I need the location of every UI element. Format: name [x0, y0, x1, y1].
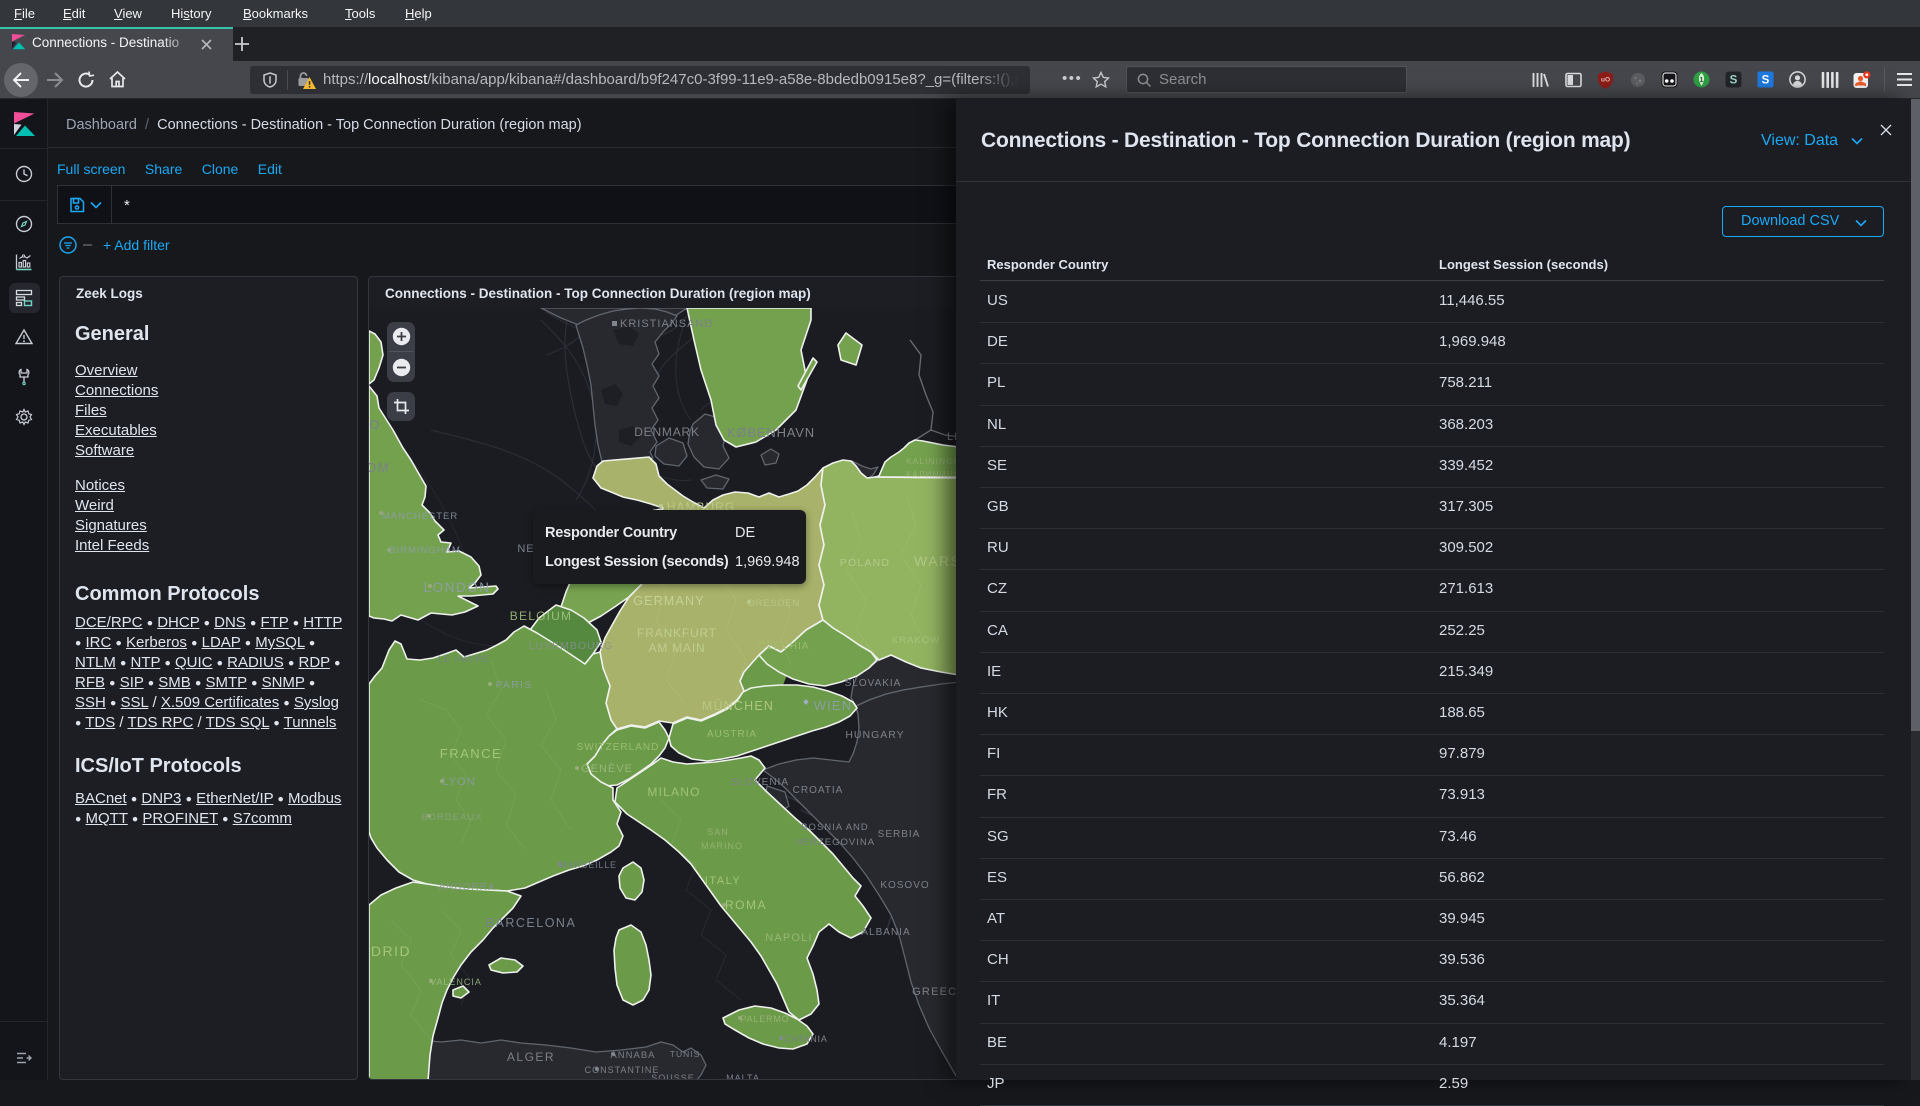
- svg-text:DRESDEN: DRESDEN: [748, 598, 800, 609]
- svg-text:FRANKFURT: FRANKFURT: [637, 626, 717, 640]
- svg-text:LUXEMBOURG: LUXEMBOURG: [529, 640, 614, 652]
- svg-text:NAPOLI: NAPOLI: [765, 932, 813, 944]
- svg-text:DENMARK: DENMARK: [634, 425, 700, 439]
- svg-text:LE HAVRE: LE HAVRE: [438, 654, 490, 664]
- svg-text:KØBENHAVN: KØBENHAVN: [727, 425, 815, 440]
- svg-text:SLOVENIA: SLOVENIA: [731, 777, 789, 788]
- svg-text:GERMANY: GERMANY: [633, 594, 705, 608]
- svg-text:SOUSSE: SOUSSE: [651, 1073, 695, 1080]
- svg-text:AM MAIN: AM MAIN: [649, 641, 706, 655]
- svg-text:CONSTANTINE: CONSTANTINE: [585, 1065, 660, 1075]
- svg-text:MADRID: MADRID: [369, 943, 411, 959]
- svg-text:PALERMO: PALERMO: [741, 1014, 790, 1024]
- svg-text:WIEN: WIEN: [814, 698, 853, 713]
- svg-text:SWITZERLAND: SWITZERLAND: [577, 742, 660, 753]
- svg-text:TUNIS: TUNIS: [670, 1049, 701, 1059]
- svg-text:S: S: [1762, 75, 1770, 87]
- svg-text:ALBANIA: ALBANIA: [861, 927, 910, 938]
- svg-text:1: 1: [1700, 77, 1704, 84]
- svg-text:MILANO: MILANO: [647, 785, 700, 799]
- svg-text:ALGER: ALGER: [507, 1050, 555, 1064]
- svg-text:BARCELONA: BARCELONA: [486, 916, 577, 930]
- svg-text:uO: uO: [1601, 77, 1610, 84]
- svg-text:MARINO: MARINO: [701, 841, 743, 851]
- svg-text:HUNGARY: HUNGARY: [845, 729, 904, 741]
- svg-text:HERZEGOVINA: HERZEGOVINA: [795, 837, 875, 848]
- svg-text:BELGIUM: BELGIUM: [510, 609, 572, 623]
- svg-text:BIRMINGHAM: BIRMINGHAM: [389, 545, 461, 556]
- svg-text:KRISTIANSAND: KRISTIANSAND: [620, 318, 713, 330]
- svg-text:S: S: [1730, 75, 1738, 87]
- svg-text:POLAND: POLAND: [840, 557, 890, 569]
- svg-text:CZECHIA: CZECHIA: [759, 641, 810, 652]
- svg-text:FRANCE: FRANCE: [440, 746, 502, 761]
- svg-text:AUSTRIA: AUSTRIA: [707, 729, 757, 740]
- svg-text:OM: OM: [369, 460, 390, 475]
- svg-text:KOSOVO: KOSOVO: [880, 880, 929, 891]
- svg-text:ROMA: ROMA: [725, 898, 767, 912]
- svg-text:VALENCIA: VALENCIA: [430, 977, 482, 987]
- svg-text:MANCHESTER: MANCHESTER: [382, 511, 459, 522]
- svg-text:CROATIA: CROATIA: [793, 785, 844, 796]
- svg-text:KRAKÓW: KRAKÓW: [892, 635, 940, 646]
- svg-text:GENÈVE: GENÈVE: [581, 762, 633, 775]
- svg-text:BORDEAUX: BORDEAUX: [421, 812, 482, 823]
- svg-text:LYON: LYON: [442, 776, 475, 788]
- svg-text:MARSEILLE: MARSEILLE: [559, 860, 617, 870]
- svg-text:ITALY: ITALY: [705, 875, 741, 887]
- svg-text:LONDON: LONDON: [424, 580, 491, 595]
- svg-text:ANDORRA: ANDORRA: [438, 882, 495, 893]
- svg-text:MALTA: MALTA: [726, 1073, 760, 1080]
- svg-text:SAN: SAN: [707, 827, 729, 837]
- svg-text:ANNABA: ANNABA: [610, 1050, 655, 1061]
- svg-text:SLOVAKIA: SLOVAKIA: [845, 678, 902, 689]
- svg-text:MÜNCHEN: MÜNCHEN: [702, 699, 774, 713]
- svg-text:PARIS: PARIS: [496, 679, 533, 691]
- svg-text:CATANIA: CATANIA: [784, 1034, 827, 1044]
- svg-text:BOSNIA AND: BOSNIA AND: [801, 822, 869, 833]
- svg-text:O: O: [369, 417, 381, 432]
- svg-text:SERBIA: SERBIA: [878, 829, 921, 840]
